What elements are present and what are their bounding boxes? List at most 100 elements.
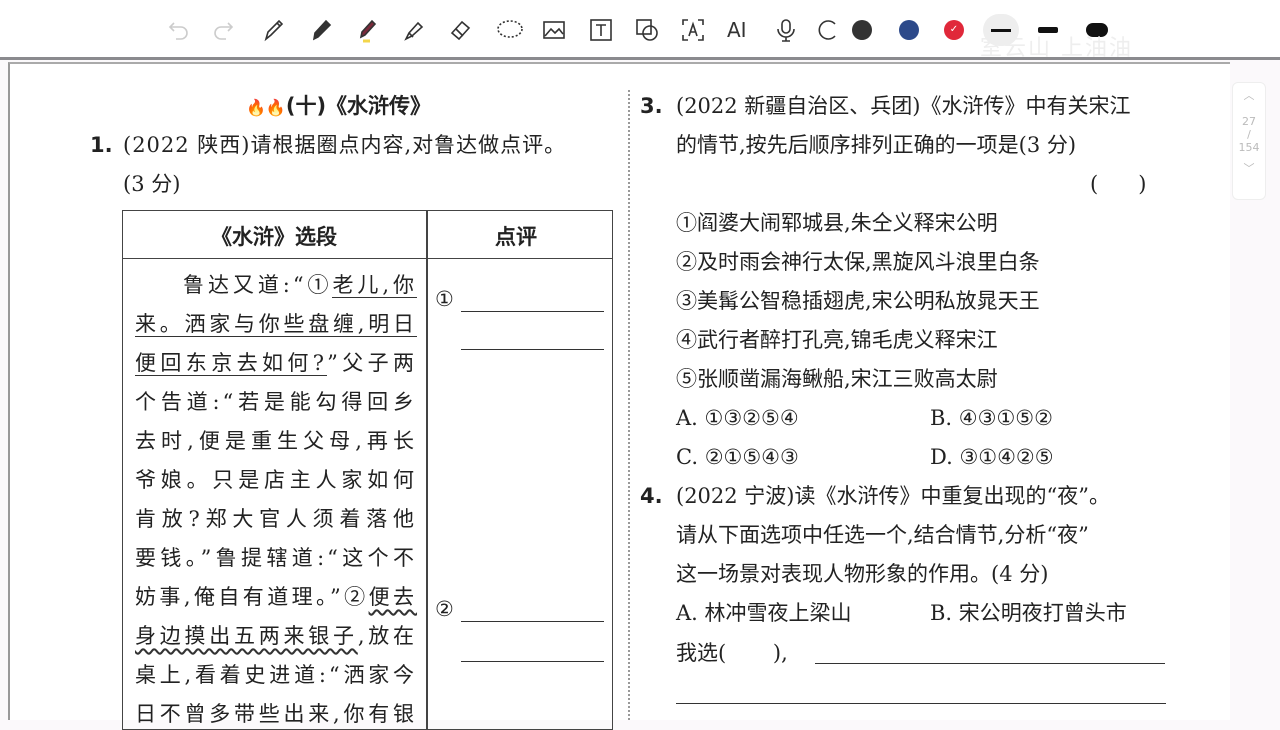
table-header: 《水浒》选段 点评	[123, 211, 612, 259]
ocr-icon[interactable]	[680, 14, 706, 46]
option-label: D.	[930, 445, 953, 469]
page-navigator: ︿ 27 / 154 ﹀	[1232, 82, 1266, 200]
color-red-selected[interactable]: ✓	[944, 14, 964, 46]
total-pages: 154	[1238, 141, 1260, 154]
option-a: A. 林冲雪夜上梁山	[676, 601, 852, 625]
comment-marker-2: ②	[435, 597, 454, 621]
text-box-icon[interactable]	[588, 14, 614, 46]
choice-label: 我选( ),	[676, 641, 788, 665]
answer-blank[interactable]	[461, 661, 604, 662]
underlined-text: 老儿,你	[332, 273, 417, 298]
passage-line: 去时,便是重生父母,再长	[135, 427, 417, 455]
passage-line: 爷娘。只是店主人家如何	[135, 466, 417, 494]
passage-line: 桌上,看着史进道:“洒家今	[135, 661, 417, 689]
toolbar: AI ✓ 室云山 上油油	[0, 0, 1280, 61]
redo-icon[interactable]	[210, 14, 236, 46]
option-value: ②①⑤④③	[704, 445, 799, 469]
passage-line: 来。洒家与你些盘缠,明日	[135, 310, 417, 338]
question-number: 1.	[90, 133, 113, 157]
color-dark-gray[interactable]	[852, 14, 872, 46]
pen-icon[interactable]	[260, 14, 286, 46]
option-b: B. 宋公明夜打曾头市	[930, 601, 1127, 625]
option-c: C. ②①⑤④③	[676, 443, 799, 471]
shape-icon[interactable]	[634, 14, 660, 46]
section-title: 🔥🔥(十)《水浒传》	[246, 94, 432, 118]
passage-line: 便回东京去如何?”父子两	[135, 349, 417, 377]
option-d: D. ③①④②⑤	[930, 443, 1054, 471]
passage-text: 个告道:“若是能勾得回乡	[135, 390, 417, 414]
option-value: ④③①⑤②	[958, 406, 1053, 430]
answer-blank[interactable]	[461, 349, 604, 350]
eraser-icon[interactable]	[447, 14, 473, 46]
answer-blank[interactable]	[461, 311, 604, 312]
passage-text: 妨事,俺自有道理。”②	[135, 585, 369, 609]
question-text: 请从下面选项中任选一个,结合情节,分析“夜”	[676, 523, 1089, 547]
column-separator	[426, 211, 428, 729]
ai-icon[interactable]: AI	[727, 14, 747, 46]
header-passage: 《水浒》选段	[211, 225, 337, 249]
fire-icon: 🔥🔥	[246, 98, 286, 117]
underlined-text: 来。洒家与你些盘缠,明日	[135, 312, 417, 337]
marker-icon[interactable]	[354, 14, 380, 46]
answer-blank[interactable]	[815, 663, 1165, 664]
passage-line: 个告道:“若是能勾得回乡	[135, 388, 417, 416]
passage-line: 身边摸出五两来银子,放在	[135, 622, 417, 650]
lasso-icon[interactable]	[494, 14, 526, 46]
question-text: (2022 陕西)请根据圈点内容,对鲁达做点评。	[123, 133, 567, 157]
question-number: 3.	[640, 94, 663, 118]
list-item: ③美髯公智稳插翅虎,宋公明私放晁天王	[676, 289, 1040, 313]
question-text: (2022 宁波)读《水浒传》中重复出现的“夜”。	[676, 484, 1110, 508]
watermark: 室云山 上油油	[980, 36, 1133, 61]
passage-text: 去时,便是重生父母,再长	[135, 429, 417, 453]
column-divider	[628, 90, 630, 720]
option-b: B. ④③①⑤②	[930, 404, 1053, 432]
passage-text: 桌上,看着史进道:“洒家今	[135, 663, 417, 687]
answer-table: 《水浒》选段 点评 鲁达又道:“①老儿,你 来。洒家与你些盘缠,明日 便回东京去如何…	[122, 210, 613, 730]
question-text: 的情节,按先后顺序排列正确的一项是(3 分)	[676, 133, 1077, 157]
highlighter-icon[interactable]	[400, 14, 426, 46]
passage-line: 鲁达又道:“①老儿,你	[135, 271, 417, 299]
comment-marker-1: ①	[435, 287, 454, 311]
color-blue[interactable]	[899, 14, 919, 46]
underlined-text: 便回东京去如何?	[135, 351, 328, 376]
passage-text: 鲁达又道:“①	[183, 273, 333, 297]
passage-text: 要钱。”鲁提辖道:“这个不	[135, 546, 417, 570]
pencil-icon[interactable]	[308, 14, 334, 46]
passage-text: 肯放?郑大官人须着落他	[135, 507, 417, 531]
passage-line: 日不曾多带些出来,你有银	[135, 700, 417, 728]
question-points: (3 分)	[123, 172, 181, 196]
list-item: ①阎婆大闹郓城县,朱仝义释宋公明	[676, 211, 998, 235]
answer-blank[interactable]	[461, 621, 604, 622]
current-page: 27	[1242, 115, 1256, 128]
list-item: ⑤张顺凿漏海鳅船,宋江三败高太尉	[676, 367, 998, 391]
option-a: A. ①③②⑤④	[676, 404, 799, 432]
question-text: (2022 新疆自治区、兵团)《水浒传》中有关宋江	[676, 94, 1131, 118]
header-comment: 点评	[495, 225, 537, 249]
passage-text: 日不曾多带些出来,你有银	[135, 702, 417, 726]
answer-parentheses[interactable]: ( )	[1090, 170, 1146, 198]
option-label: B.	[930, 406, 953, 430]
microphone-icon[interactable]	[773, 14, 799, 46]
option-value: ①③②⑤④	[704, 406, 799, 430]
question-text: 这一场景对表现人物形象的作用。(4 分)	[676, 562, 1049, 586]
page-separator: /	[1247, 128, 1251, 141]
list-item: ④武行者醉打孔亮,锦毛虎义释宋江	[676, 328, 998, 352]
passage-text: 爷娘。只是店主人家如何	[135, 468, 417, 492]
option-label: C.	[676, 445, 698, 469]
image-icon[interactable]	[541, 14, 567, 46]
page-down-icon[interactable]: ﹀	[1233, 160, 1265, 176]
passage-line: 肯放?郑大官人须着落他	[135, 505, 417, 533]
passage-text: ”父子两	[327, 351, 417, 375]
question-number: 4.	[640, 484, 663, 508]
passage-line: 妨事,俺自有道理。”②便去	[135, 583, 417, 611]
more-icon[interactable]	[815, 14, 841, 46]
page-up-icon[interactable]: ︿	[1233, 87, 1265, 103]
list-item: ②及时雨会神行太保,黑旋风斗浪里白条	[676, 250, 1040, 274]
undo-icon[interactable]	[166, 14, 192, 46]
option-label: A.	[676, 406, 698, 430]
passage-line: 要钱。”鲁提辖道:“这个不	[135, 544, 417, 572]
option-value: ③①④②⑤	[959, 445, 1054, 469]
answer-blank[interactable]	[676, 703, 1166, 704]
passage-text: ,放在	[357, 624, 417, 648]
wavy-underlined-text: 便去	[368, 585, 418, 609]
